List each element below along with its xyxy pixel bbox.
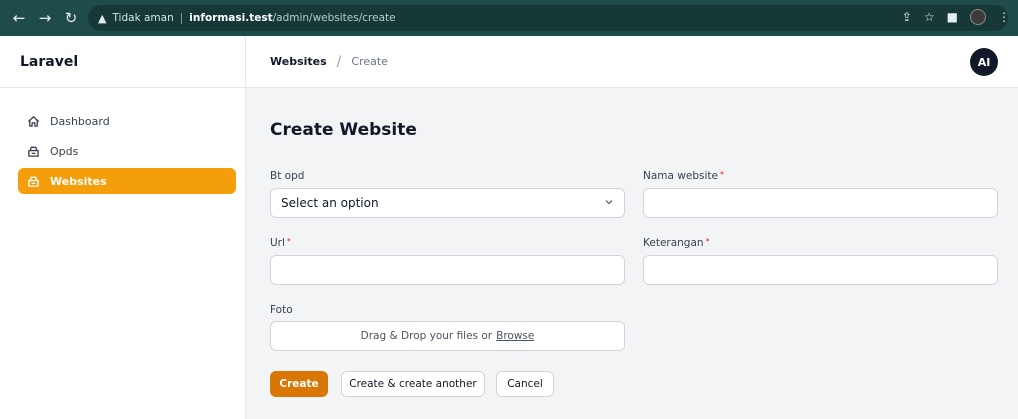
main-content: Create Website Bt opd Select an option N…	[246, 88, 1018, 419]
sidebar-item-label: Dashboard	[50, 114, 110, 128]
sidebar-item-label: Websites	[50, 174, 107, 188]
browser-actions: ⇪ ☆ ■ ⋮	[902, 9, 1010, 25]
dropzone-text: Drag & Drop your files or	[360, 330, 493, 342]
keterangan-label-text: Keterangan	[643, 237, 704, 249]
required-marker: *	[286, 237, 291, 246]
breadcrumb-create: Create	[351, 55, 388, 68]
required-marker: *	[719, 170, 724, 179]
sidebar-item-dashboard[interactable]: Dashboard	[18, 108, 235, 134]
breadcrumb-separator: /	[336, 53, 342, 70]
keterangan-field[interactable]	[643, 255, 998, 285]
app-brand[interactable]: Laravel	[0, 36, 245, 88]
address-separator: |	[179, 12, 184, 24]
sidebar-item-websites[interactable]: Websites	[18, 168, 236, 194]
nama-website-label-text: Nama website	[643, 170, 718, 182]
bt-opd-select[interactable]: Select an option	[270, 188, 625, 218]
foto-dropzone[interactable]: Drag & Drop your files or Browse	[270, 321, 625, 351]
browse-link[interactable]: Browse	[496, 330, 534, 342]
bookmark-star-icon[interactable]: ☆	[924, 10, 935, 24]
reload-icon[interactable]: ↻	[60, 7, 82, 29]
sidebar: Laravel Dashboard Opds Websites	[0, 36, 246, 419]
browser-toolbar: ← → ↻ ▲ Tidak aman | informasi.test/admi…	[0, 0, 1018, 36]
bt-opd-label-text: Bt opd	[270, 170, 305, 182]
cancel-button[interactable]: Cancel	[496, 371, 554, 397]
sidebar-item-opds[interactable]: Opds	[18, 138, 235, 164]
breadcrumb-websites[interactable]: Websites	[270, 55, 327, 68]
foto-label: Foto	[270, 304, 293, 316]
security-label: Tidak aman	[112, 12, 174, 24]
url-host: informasi.test	[189, 12, 273, 24]
top-bar: Websites / Create AI	[246, 36, 1018, 88]
box-icon	[26, 144, 40, 158]
keterangan-label: Keterangan *	[643, 237, 710, 249]
required-marker: *	[705, 237, 710, 246]
back-arrow-icon[interactable]: ←	[8, 7, 30, 29]
breadcrumb: Websites / Create	[270, 54, 388, 70]
warning-icon: ▲	[98, 11, 107, 25]
url-path: /admin/websites/create	[272, 12, 396, 24]
bt-opd-select-value: Select an option	[281, 196, 379, 210]
url-label-text: Url	[270, 237, 285, 249]
sidebar-menu: Dashboard Opds Websites	[0, 88, 245, 194]
home-icon	[26, 114, 40, 128]
nama-website-label: Nama website *	[643, 170, 724, 182]
url-label: Url *	[270, 237, 291, 249]
url-field[interactable]	[270, 255, 625, 285]
address-bar[interactable]: ▲ Tidak aman | informasi.test/admin/webs…	[88, 5, 1008, 31]
foto-label-text: Foto	[270, 304, 293, 316]
side-panel-icon[interactable]: ■	[947, 10, 958, 24]
create-button[interactable]: Create	[270, 371, 328, 397]
sidebar-item-label: Opds	[50, 144, 79, 158]
create-another-button[interactable]: Create & create another	[341, 371, 485, 397]
more-menu-icon[interactable]: ⋮	[998, 10, 1010, 24]
box-icon	[26, 174, 40, 188]
chevron-down-icon	[604, 197, 614, 210]
avatar[interactable]: AI	[970, 48, 998, 76]
nama-website-field[interactable]	[643, 188, 998, 218]
profile-avatar-icon[interactable]	[970, 9, 986, 25]
forward-arrow-icon[interactable]: →	[34, 7, 56, 29]
page-title: Create Website	[270, 120, 417, 140]
bt-opd-label: Bt opd	[270, 170, 304, 182]
share-icon[interactable]: ⇪	[902, 10, 912, 24]
